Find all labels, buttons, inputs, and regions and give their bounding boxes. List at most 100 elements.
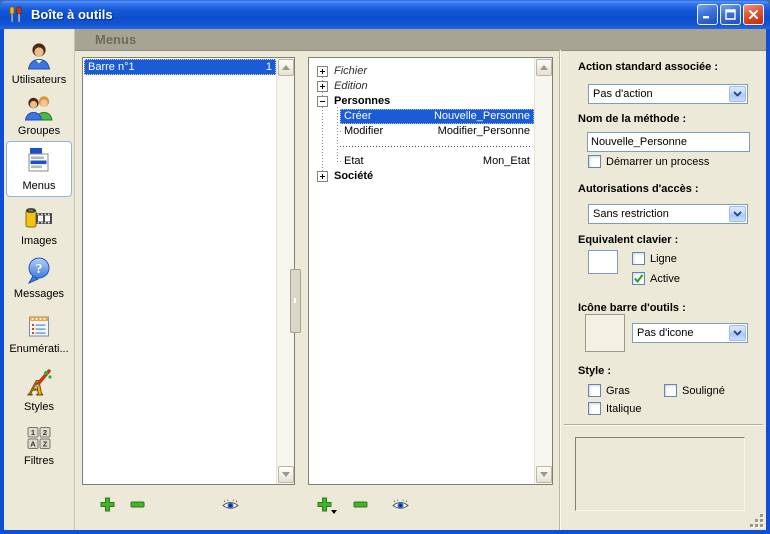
close-icon xyxy=(748,9,759,20)
italic-checkbox[interactable] xyxy=(588,402,601,415)
check-icon xyxy=(633,273,644,284)
user-icon xyxy=(6,42,72,73)
scroll-down-button[interactable] xyxy=(278,466,294,483)
combo-arrow-button[interactable] xyxy=(729,86,746,102)
plus-icon xyxy=(100,497,115,512)
style-label: Style : xyxy=(578,365,611,377)
expander-icon[interactable] xyxy=(317,81,328,92)
method-label: Nom de la méthode : xyxy=(578,113,686,125)
window-body: Utilisateurs Groupes xyxy=(4,29,766,530)
bold-checkbox-label: Gras xyxy=(606,385,630,397)
chevron-down-icon xyxy=(733,211,742,217)
underline-checkbox[interactable] xyxy=(664,384,677,397)
method-input[interactable] xyxy=(587,132,750,152)
tree-row-selected[interactable]: Créer Nouvelle_Personne xyxy=(340,109,534,124)
combo-arrow-button[interactable] xyxy=(729,206,746,222)
svg-text:1: 1 xyxy=(31,428,35,437)
ligne-checkbox[interactable] xyxy=(632,252,645,265)
sidebar-item-styles[interactable]: A Styles xyxy=(6,369,72,413)
add-bar-button[interactable] xyxy=(98,495,116,513)
preview-box xyxy=(575,437,745,511)
sidebar-item-utilisateurs[interactable]: Utilisateurs xyxy=(6,42,72,86)
plus-icon xyxy=(317,497,332,512)
paintbrush-icon: A xyxy=(6,369,72,400)
sidebar-item-filtres[interactable]: 12AZ Filtres xyxy=(6,425,72,467)
chevron-down-icon xyxy=(282,472,290,477)
action-select[interactable]: Pas d'action xyxy=(588,84,748,104)
minus-icon xyxy=(130,501,145,508)
properties-separator xyxy=(559,50,560,530)
add-menu-dropdown-caret[interactable] xyxy=(331,510,337,514)
sidebar-item-label: Styles xyxy=(6,401,72,413)
sidebar-item-messages[interactable]: ? Messages xyxy=(6,257,72,300)
menu-tree: Fichier Edition Personnes Créer Nouvelle… xyxy=(308,57,553,485)
tree-row[interactable]: Créer Nouvelle_Personne xyxy=(310,109,534,124)
access-select[interactable]: Sans restriction xyxy=(588,204,748,224)
chevron-down-icon xyxy=(540,472,548,477)
sidebar-item-label: Menus xyxy=(7,180,71,192)
maximize-button[interactable] xyxy=(720,4,741,25)
main-area: Menus Barre n°1 1 xyxy=(75,29,766,530)
svg-text:2: 2 xyxy=(43,428,47,437)
eye-icon xyxy=(222,499,239,511)
tree-row[interactable]: Edition xyxy=(310,79,534,94)
tree-row[interactable]: Société xyxy=(310,169,534,184)
minimize-button[interactable] xyxy=(697,4,718,25)
minimize-icon xyxy=(702,9,713,20)
notepad-icon xyxy=(6,313,72,342)
tree-row[interactable]: Modifier Modifier_Personne xyxy=(310,124,534,139)
list-item-value: 1 xyxy=(266,59,272,75)
menu-separator xyxy=(340,146,532,147)
toolbar-icon-label: Icône barre d'outils : xyxy=(578,302,686,314)
remove-bar-button[interactable] xyxy=(128,495,146,513)
chevron-down-icon xyxy=(733,330,742,336)
tree-row[interactable]: Personnes xyxy=(310,94,534,109)
toolbox-window: Boîte à outils xyxy=(0,0,770,534)
sidebar-item-groupes[interactable]: Groupes xyxy=(6,95,72,137)
ligne-checkbox-label: Ligne xyxy=(650,253,677,265)
panel-splitter[interactable] xyxy=(290,269,301,333)
eye-icon xyxy=(392,499,409,511)
sidebar-item-images[interactable]: Images xyxy=(6,205,72,247)
question-bubble-icon: ? xyxy=(6,257,72,287)
action-label: Action standard associée : xyxy=(578,61,718,73)
svg-text:A: A xyxy=(30,440,36,449)
list-item-selected[interactable]: Barre n°1 1 xyxy=(84,59,276,75)
scroll-up-button[interactable] xyxy=(536,59,552,76)
tree-scrollbar[interactable] xyxy=(534,58,552,484)
list-item-label: Barre n°1 xyxy=(88,59,135,75)
icon-select[interactable]: Pas d'icone xyxy=(632,323,748,343)
remove-menu-item-button[interactable] xyxy=(351,495,369,513)
bold-checkbox[interactable] xyxy=(588,384,601,397)
close-button[interactable] xyxy=(743,4,764,25)
section-title: Menus xyxy=(95,32,136,47)
access-label: Autorisations d'accès : xyxy=(578,183,699,195)
keys-icon: 12AZ xyxy=(6,425,72,454)
shortcut-label: Equivalent clavier : xyxy=(578,234,678,246)
active-checkbox-label: Active xyxy=(650,273,680,285)
scroll-up-button[interactable] xyxy=(278,59,294,76)
window-title: Boîte à outils xyxy=(31,7,697,22)
resize-grip[interactable] xyxy=(749,513,763,527)
scroll-down-button[interactable] xyxy=(536,466,552,483)
sidebar-item-label: Utilisateurs xyxy=(6,74,72,86)
view-bar-button[interactable] xyxy=(221,496,239,514)
expander-icon[interactable] xyxy=(317,66,328,77)
expander-icon[interactable] xyxy=(317,171,328,182)
chevron-down-icon xyxy=(733,91,742,97)
process-checkbox[interactable] xyxy=(588,155,601,168)
active-checkbox[interactable] xyxy=(632,272,645,285)
svg-text:Z: Z xyxy=(43,440,48,449)
expander-icon[interactable] xyxy=(317,96,328,107)
sidebar-item-menus[interactable]: Menus xyxy=(6,141,72,197)
sidebar-item-label: Enumérati... xyxy=(6,343,72,355)
sidebar-item-enumerations[interactable]: Enumérati... xyxy=(6,313,72,355)
tree-row[interactable]: Fichier xyxy=(310,64,534,79)
chevron-up-icon xyxy=(282,65,290,70)
view-menu-button[interactable] xyxy=(391,496,409,514)
combo-arrow-button[interactable] xyxy=(729,325,746,341)
tree-row[interactable]: Etat Mon_Etat xyxy=(310,154,534,169)
shortcut-input[interactable] xyxy=(588,250,618,274)
menu-icon xyxy=(7,146,71,179)
tree-row-separator[interactable] xyxy=(310,139,534,154)
